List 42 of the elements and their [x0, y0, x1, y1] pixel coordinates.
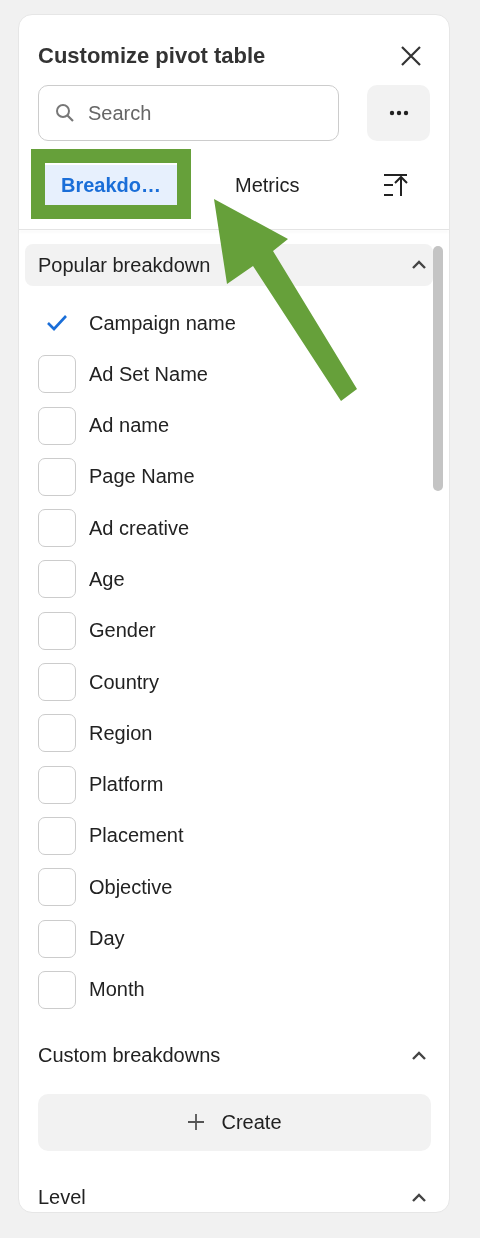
checkbox[interactable] [38, 560, 76, 599]
checkbox-label: Age [89, 568, 125, 591]
section-header[interactable]: Custom breakdowns [25, 1034, 433, 1077]
checkbox[interactable] [38, 509, 76, 548]
checkbox-label: Region [89, 721, 153, 745]
tab[interactable]: Metrics [223, 164, 312, 206]
sort-icon[interactable] [383, 173, 410, 197]
check-icon [46, 314, 68, 332]
more-button[interactable] [367, 85, 430, 141]
checkbox-label: Ad creative [89, 516, 190, 540]
search-field[interactable]: Search [38, 85, 339, 141]
checkbox[interactable] [38, 970, 76, 1009]
checkbox-label: Ad name [89, 414, 170, 438]
checkbox[interactable] [38, 406, 76, 445]
checkbox-label: Country [89, 670, 160, 694]
checkbox-label: Month [89, 978, 145, 1002]
checkbox[interactable] [38, 714, 76, 753]
checkbox-label: Page Name [89, 465, 195, 489]
checkbox[interactable] [38, 663, 76, 702]
checkbox-label: Ad Set Name [89, 362, 208, 386]
create-button[interactable]: Create [38, 1093, 431, 1151]
section-header[interactable]: Level [25, 1176, 433, 1219]
checkbox-label: Placement [89, 824, 184, 848]
checkbox-label: Day [89, 927, 125, 951]
checkbox[interactable] [38, 868, 76, 907]
checkbox-label: Campaign name [89, 311, 236, 335]
checkbox-label: Gender [89, 619, 156, 643]
panel-title: Customize pivot table [38, 43, 266, 69]
checkbox[interactable] [38, 919, 76, 958]
checkbox-label: Objective [89, 875, 173, 899]
close-icon[interactable] [399, 44, 423, 68]
plus-icon [187, 1113, 206, 1132]
checkbox[interactable] [38, 611, 76, 650]
checkbox[interactable] [38, 816, 76, 855]
search-icon [55, 103, 75, 123]
checkbox[interactable] [38, 765, 76, 804]
tab[interactable]: Breakdo… [45, 164, 177, 206]
scrollbar[interactable] [433, 246, 443, 491]
checkbox-label: Platform [89, 773, 164, 797]
checkbox[interactable] [38, 457, 76, 496]
more-icon [388, 110, 409, 116]
checkbox[interactable] [38, 355, 76, 394]
